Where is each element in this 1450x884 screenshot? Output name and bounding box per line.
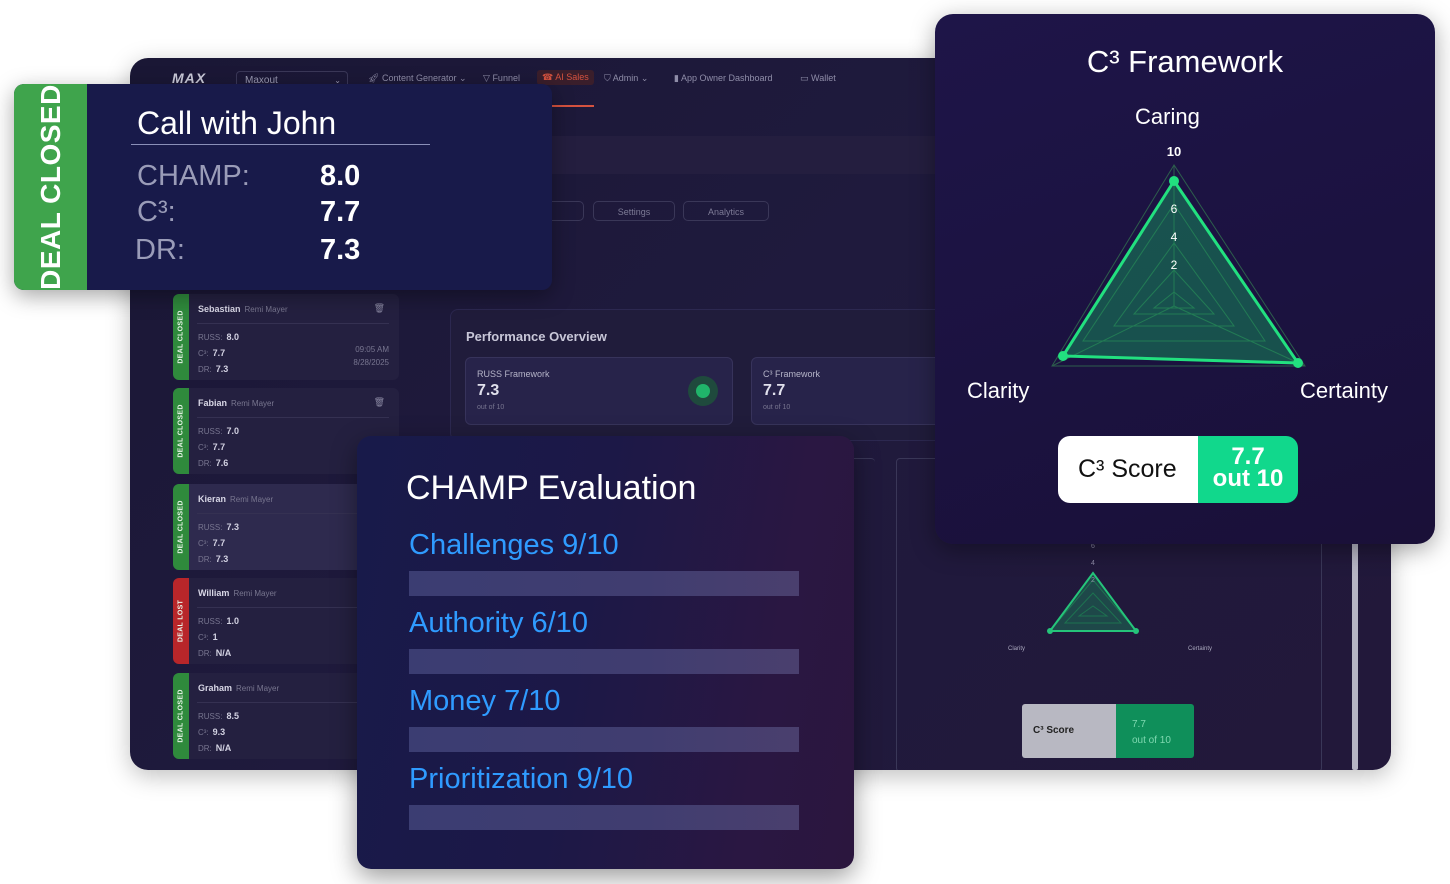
call-card-sebastian[interactable]: DEAL CLOSED Sebastian Remi Mayer 🗑︎ RUSS:… [173,294,399,380]
dr-row: DR: 7.3 [198,364,229,374]
nav-app-owner-dashboard[interactable]: ▮ App Owner Dashboard [674,73,773,84]
funnel-icon: ▽ [483,73,490,83]
mini-radar-label-certainty: Certainty [1188,646,1212,652]
c3-score-label: C³ Score [1058,436,1198,503]
c3-row: C³: 7.7 [198,442,226,452]
deal-status-label: DEAL CLOSED [34,84,66,290]
divider [197,323,389,324]
mini-radar-chart: 6 4 2 Clarity Certainty [1008,543,1212,652]
title-underline [131,144,430,145]
caller-name: Graham Remi Mayer [198,683,280,693]
trash-icon[interactable]: 🗑︎ [374,303,385,314]
status-strip: DEAL CLOSED [173,484,189,570]
c3-value: 7.7 [320,196,361,228]
trash-icon[interactable]: 🗑︎ [374,397,385,408]
status-strip: DEAL LOST [173,578,189,664]
mini-radar-point [1047,628,1053,634]
champ-value: 8.0 [320,160,361,192]
caller-name: Sebastian Remi Mayer [198,304,288,314]
radar-tick: 6 [1171,202,1178,216]
chevron-down-icon: ⌄ [459,73,467,83]
champ-bar-money [409,727,799,752]
bookmark-icon: ▮ [674,73,679,83]
dr-label: DR: [135,234,185,266]
chevron-down-icon: ⌄ [640,73,649,83]
champ-bar-challenges [409,571,799,596]
c3-score-badge: C³ Score 7.7 out 10 [1058,436,1298,503]
champ-evaluation-card: CHAMP Evaluation Challenges 9/10 Authori… [357,436,854,869]
call-timestamp: 09:05 AM 8/28/2025 [353,345,389,367]
phone-icon: ☎ [542,72,554,82]
radar-area [1060,178,1301,365]
status-strip: DEAL CLOSED [173,388,189,474]
scrollbar[interactable] [1352,538,1358,770]
c3-row: C³: 1 [198,632,218,642]
tab-settings[interactable]: Settings [593,201,675,221]
caller-name: William Remi Mayer [198,588,277,598]
status-dot-icon [688,376,718,406]
russ-row: RUSS: 8.0 [198,332,239,342]
dr-row: DR: 7.6 [198,458,229,468]
caller-name: Fabian Remi Mayer [198,398,275,408]
call-title: Call with John [137,105,337,141]
dr-row: DR: N/A [198,648,232,658]
c3-framework-card: C³ Framework Caring Clarity Certainty 10… [935,14,1435,544]
mini-radar-tick: 2 [1091,577,1095,584]
rocket-icon: 🚀︎ [368,73,380,83]
champ-label-money: Money 7/10 [409,685,561,717]
c3-row: C³: 7.7 [198,348,226,358]
champ-label-challenges: Challenges 9/10 [409,529,619,561]
nav-content-generator[interactable]: 🚀︎ Content Generator ⌄ [368,73,467,84]
status-strip: DEAL CLOSED [173,673,189,759]
russ-row: RUSS: 7.3 [198,522,239,532]
nav-ai-sales[interactable]: ☎ AI Sales [537,70,594,85]
c3-row: C³: 9.3 [198,727,226,737]
dr-row: DR: N/A [198,743,232,753]
c3-score-value: 7.7 out 10 [1198,436,1298,503]
mini-c3-score: C³ Score 7.7 out of 10 [1022,704,1194,758]
mini-radar-point [1133,628,1139,634]
nav-funnel[interactable]: ▽ Funnel [483,73,520,84]
divider [197,417,389,418]
champ-label-prioritization: Prioritization 9/10 [409,763,634,795]
radar-tick: 4 [1171,230,1178,244]
caller-name: Kieran Remi Mayer [198,494,274,504]
radar-point-certainty [1293,358,1303,368]
status-strip: DEAL CLOSED [173,294,189,380]
champ-title: CHAMP Evaluation [406,469,697,507]
dr-row: DR: 7.3 [198,554,229,564]
champ-label: CHAMP: [137,160,250,192]
performance-overview: Performance Overview RUSS Framework 7.3 … [450,309,1019,441]
c3-radar-chart: 10 6 4 2 [1051,144,1306,368]
mini-radar-tick: 4 [1091,560,1095,567]
russ-row: RUSS: 1.0 [198,616,239,626]
russ-row: RUSS: 8.5 [198,711,239,721]
nav-admin[interactable]: ⛉ Admin ⌄ [604,73,648,84]
champ-bar-prioritization [409,805,799,830]
metric-russ[interactable]: RUSS Framework 7.3 out of 10 [465,357,733,425]
champ-label-authority: Authority 6/10 [409,607,588,639]
performance-title: Performance Overview [466,329,607,344]
radar-tick: 2 [1171,258,1178,272]
c3-row: C³: 7.7 [198,538,226,548]
russ-row: RUSS: 7.0 [198,426,239,436]
champ-bar-authority [409,649,799,674]
radar-point-clarity [1058,351,1068,361]
nav-wallet[interactable]: ▭ Wallet [800,73,836,84]
shield-icon: ⛉ [604,73,611,83]
mini-radar-label-clarity: Clarity [1008,646,1025,652]
deal-status-strip: DEAL CLOSED [14,84,87,290]
call-summary-card: DEAL CLOSED Call with John CHAMP: 8.0 C³… [14,84,552,290]
dr-value: 7.3 [320,234,361,266]
c3-label: C³: [137,196,176,228]
radar-point-caring [1169,176,1179,186]
wallet-icon: ▭ [800,73,809,83]
mini-radar-tick: 6 [1091,543,1095,550]
tab-analytics[interactable]: Analytics [683,201,769,221]
radar-tick: 10 [1167,144,1181,159]
